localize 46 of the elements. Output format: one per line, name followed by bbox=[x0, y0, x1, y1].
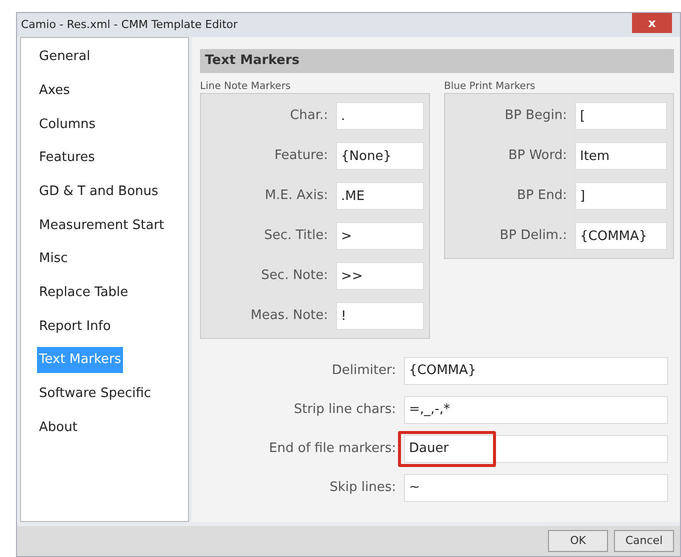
window-title: Camio - Res.xml - CMM Template Editor bbox=[20, 16, 238, 33]
field-label: Skip lines: bbox=[328, 478, 397, 497]
field-label: End of file markers: bbox=[268, 440, 397, 458]
field-label: BP Word: bbox=[507, 147, 568, 166]
sidebar-item[interactable]: Axes bbox=[37, 78, 72, 104]
group-title: Blue Print Markers bbox=[444, 80, 536, 93]
section-header: Text Markers bbox=[200, 49, 674, 73]
text-field[interactable]: Item bbox=[575, 142, 667, 170]
sidebar-item[interactable]: Features bbox=[37, 145, 97, 172]
sidebar-item[interactable]: Measurement Start bbox=[37, 212, 166, 238]
field-label: Meas. Note: bbox=[250, 307, 329, 326]
field-label: Sec. Title: bbox=[263, 227, 329, 246]
sidebar-item[interactable]: General bbox=[37, 44, 92, 70]
text-field[interactable]: >> bbox=[336, 262, 424, 290]
sidebar-item[interactable]: Replace Table bbox=[37, 280, 130, 306]
sidebar-item[interactable]: Software Specific bbox=[37, 380, 154, 407]
text-field[interactable]: .ME bbox=[336, 182, 424, 210]
sidebar-item[interactable]: About bbox=[37, 414, 80, 441]
field-label: Char.: bbox=[289, 107, 329, 126]
cancel-button[interactable]: Cancel bbox=[614, 530, 674, 552]
text-field[interactable]: ! bbox=[336, 302, 424, 330]
ok-button[interactable]: OK bbox=[548, 530, 608, 552]
sidebar-item[interactable]: Report Info bbox=[37, 314, 113, 340]
field-label: M.E. Axis: bbox=[264, 187, 329, 206]
field-label: Delimiter: bbox=[330, 362, 397, 380]
field-label: Sec. Note: bbox=[260, 267, 329, 286]
text-field[interactable]: {COMMA} bbox=[575, 222, 667, 250]
text-field[interactable]: > bbox=[336, 222, 424, 250]
text-field[interactable]: ] bbox=[575, 182, 667, 210]
text-field[interactable]: ~ bbox=[404, 474, 668, 502]
text-field[interactable]: [ bbox=[575, 102, 667, 130]
field-label: BP Delim.: bbox=[498, 227, 568, 246]
field-label: Strip line chars: bbox=[292, 400, 397, 419]
text-field[interactable]: {COMMA} bbox=[404, 356, 668, 384]
sidebar-item[interactable]: Misc bbox=[37, 246, 70, 272]
text-field[interactable]: {None} bbox=[336, 142, 424, 170]
field-label: Feature: bbox=[273, 147, 329, 166]
group-title: Line Note Markers bbox=[200, 80, 292, 93]
text-field[interactable]: . bbox=[336, 102, 424, 130]
field-label: BP Begin: bbox=[504, 107, 568, 126]
text-field[interactable]: Dauer bbox=[404, 434, 668, 462]
text-field[interactable]: =,_,-,* bbox=[404, 396, 668, 424]
sidebar-item[interactable]: GD & T and Bonus bbox=[37, 178, 160, 205]
field-label: BP End: bbox=[516, 187, 568, 206]
close-button[interactable]: x bbox=[632, 13, 672, 33]
sidebar-item[interactable]: Columns bbox=[37, 111, 98, 138]
